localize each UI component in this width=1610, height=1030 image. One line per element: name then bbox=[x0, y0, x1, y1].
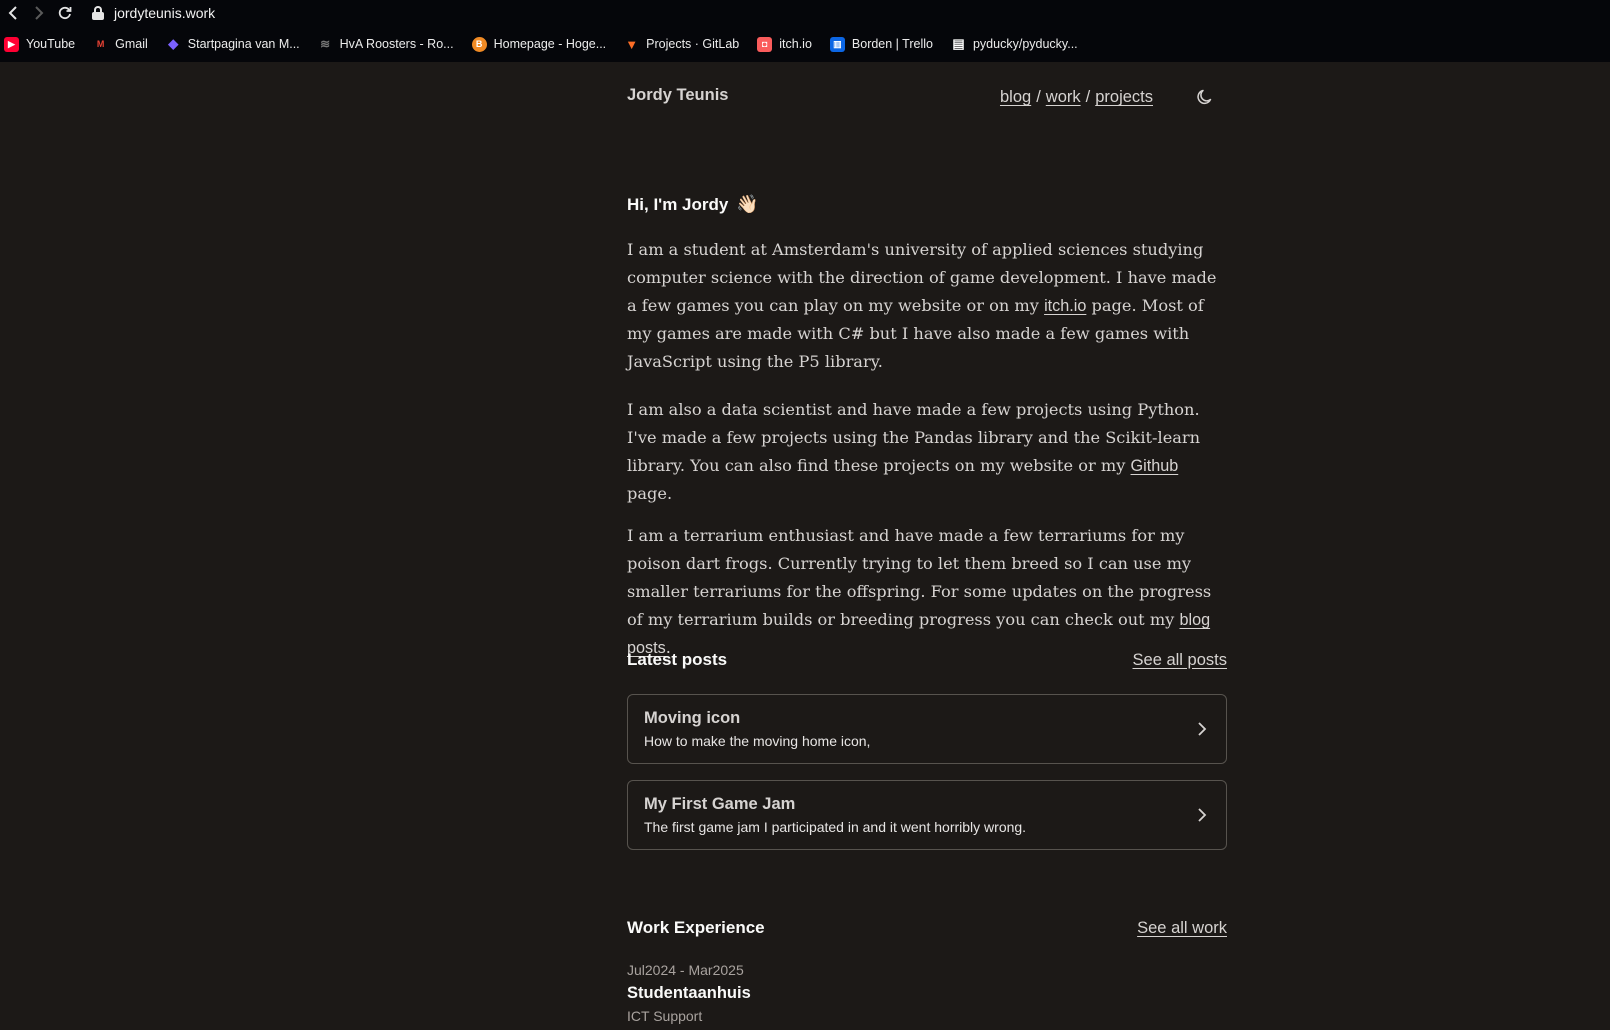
see-all-work-link[interactable]: See all work bbox=[1137, 919, 1227, 938]
bookmark-itchio[interactable]: ◘ itch.io bbox=[757, 36, 812, 52]
work-experience-heading: Work Experience bbox=[627, 918, 765, 937]
chevron-right-icon bbox=[1198, 808, 1207, 822]
forward-icon[interactable] bbox=[26, 1, 52, 25]
chevron-right-icon bbox=[1198, 722, 1207, 736]
greeting-text: Hi, I'm Jordy bbox=[627, 194, 729, 214]
top-nav: blog / work / projects bbox=[1000, 88, 1153, 107]
nav-projects-link[interactable]: projects bbox=[1095, 88, 1153, 107]
bio: I am a student at Amsterdam's university… bbox=[627, 236, 1227, 682]
see-all-posts-link[interactable]: See all posts bbox=[1133, 651, 1227, 670]
post-title: Moving icon bbox=[644, 709, 741, 727]
work-experience-header: Work Experience See all work bbox=[627, 918, 1227, 938]
nav-blog-link[interactable]: blog bbox=[1000, 88, 1031, 107]
wifi-icon: ≋ bbox=[320, 37, 331, 51]
bookmarks-bar: ▶ YouTube M Gmail ◆ Startpagina van M... ≋ H… bbox=[0, 33, 1096, 55]
moon-icon[interactable] bbox=[1195, 87, 1215, 107]
bookmark-hva-roosters[interactable]: ≋ HvA Roosters - Ro... bbox=[318, 37, 453, 52]
youtube-icon: ▶ bbox=[4, 36, 19, 52]
job-role: ICT Support bbox=[627, 1008, 703, 1024]
back-icon[interactable] bbox=[0, 1, 26, 25]
bookmark-gitlab[interactable]: ▼ Projects · GitLab bbox=[624, 37, 739, 52]
url-text[interactable]: jordyteunis.work bbox=[114, 5, 215, 21]
address-bar: jordyteunis.work bbox=[0, 0, 1610, 26]
post-card[interactable]: My First Game Jam The first game jam I p… bbox=[627, 780, 1227, 850]
greeting-heading: Hi, I'm Jordy 👋🏻 bbox=[627, 194, 759, 215]
post-description: The first game jam I participated in and… bbox=[644, 819, 1027, 835]
bookmark-startpagina[interactable]: ◆ Startpagina van M... bbox=[166, 36, 299, 52]
trello-icon: ▥ bbox=[829, 36, 845, 52]
nav-separator: / bbox=[1085, 88, 1091, 106]
browser-chrome: jordyteunis.work ▶ YouTube M Gmail ◆ Startp… bbox=[0, 0, 1610, 62]
lock-icon[interactable] bbox=[92, 6, 104, 20]
github-link[interactable]: Github bbox=[1131, 457, 1179, 475]
gmail-icon: M bbox=[96, 39, 105, 49]
latest-posts-heading: Latest posts bbox=[627, 650, 728, 669]
bookmark-youtube[interactable]: ▶ YouTube bbox=[4, 36, 75, 52]
post-title: My First Game Jam bbox=[644, 795, 796, 813]
bookmark-hva-homepage[interactable]: B Homepage - Hoge... bbox=[471, 36, 606, 52]
gitlab-icon: ▼ bbox=[625, 36, 639, 52]
bio-paragraph-2: I am also a data scientist and have made… bbox=[627, 400, 1201, 503]
itchio-icon: ◘ bbox=[757, 36, 773, 52]
itchio-link[interactable]: itch.io bbox=[1044, 297, 1086, 315]
waving-hand-icon: 👋🏻 bbox=[736, 194, 759, 214]
microsoft-icon: ◆ bbox=[168, 36, 179, 51]
hva-icon: B bbox=[471, 36, 487, 52]
bookmark-pyducky[interactable]: ▤ pyducky/pyducky... bbox=[951, 36, 1077, 52]
post-description: How to make the moving home icon, bbox=[644, 733, 871, 749]
latest-posts-header: Latest posts See all posts bbox=[627, 650, 1227, 670]
nav-separator: / bbox=[1036, 88, 1041, 106]
post-card[interactable]: Moving icon How to make the moving home … bbox=[627, 694, 1227, 764]
reload-icon[interactable] bbox=[52, 1, 78, 25]
file-icon: ▤ bbox=[952, 36, 965, 51]
job-date: Jul2024 - Mar2025 bbox=[627, 962, 744, 978]
bio-paragraph-3: I am a terrarium enthusiast and have mad… bbox=[627, 526, 1212, 657]
bio-paragraph-1: I am a student at Amsterdam's university… bbox=[627, 240, 1217, 371]
job-company: Studentaanhuis bbox=[627, 984, 751, 1002]
bookmark-trello[interactable]: ▥ Borden | Trello bbox=[829, 36, 933, 52]
nav-work-link[interactable]: work bbox=[1046, 88, 1081, 107]
site-title[interactable]: Jordy Teunis bbox=[627, 86, 728, 105]
bookmark-gmail[interactable]: M Gmail bbox=[93, 37, 148, 52]
